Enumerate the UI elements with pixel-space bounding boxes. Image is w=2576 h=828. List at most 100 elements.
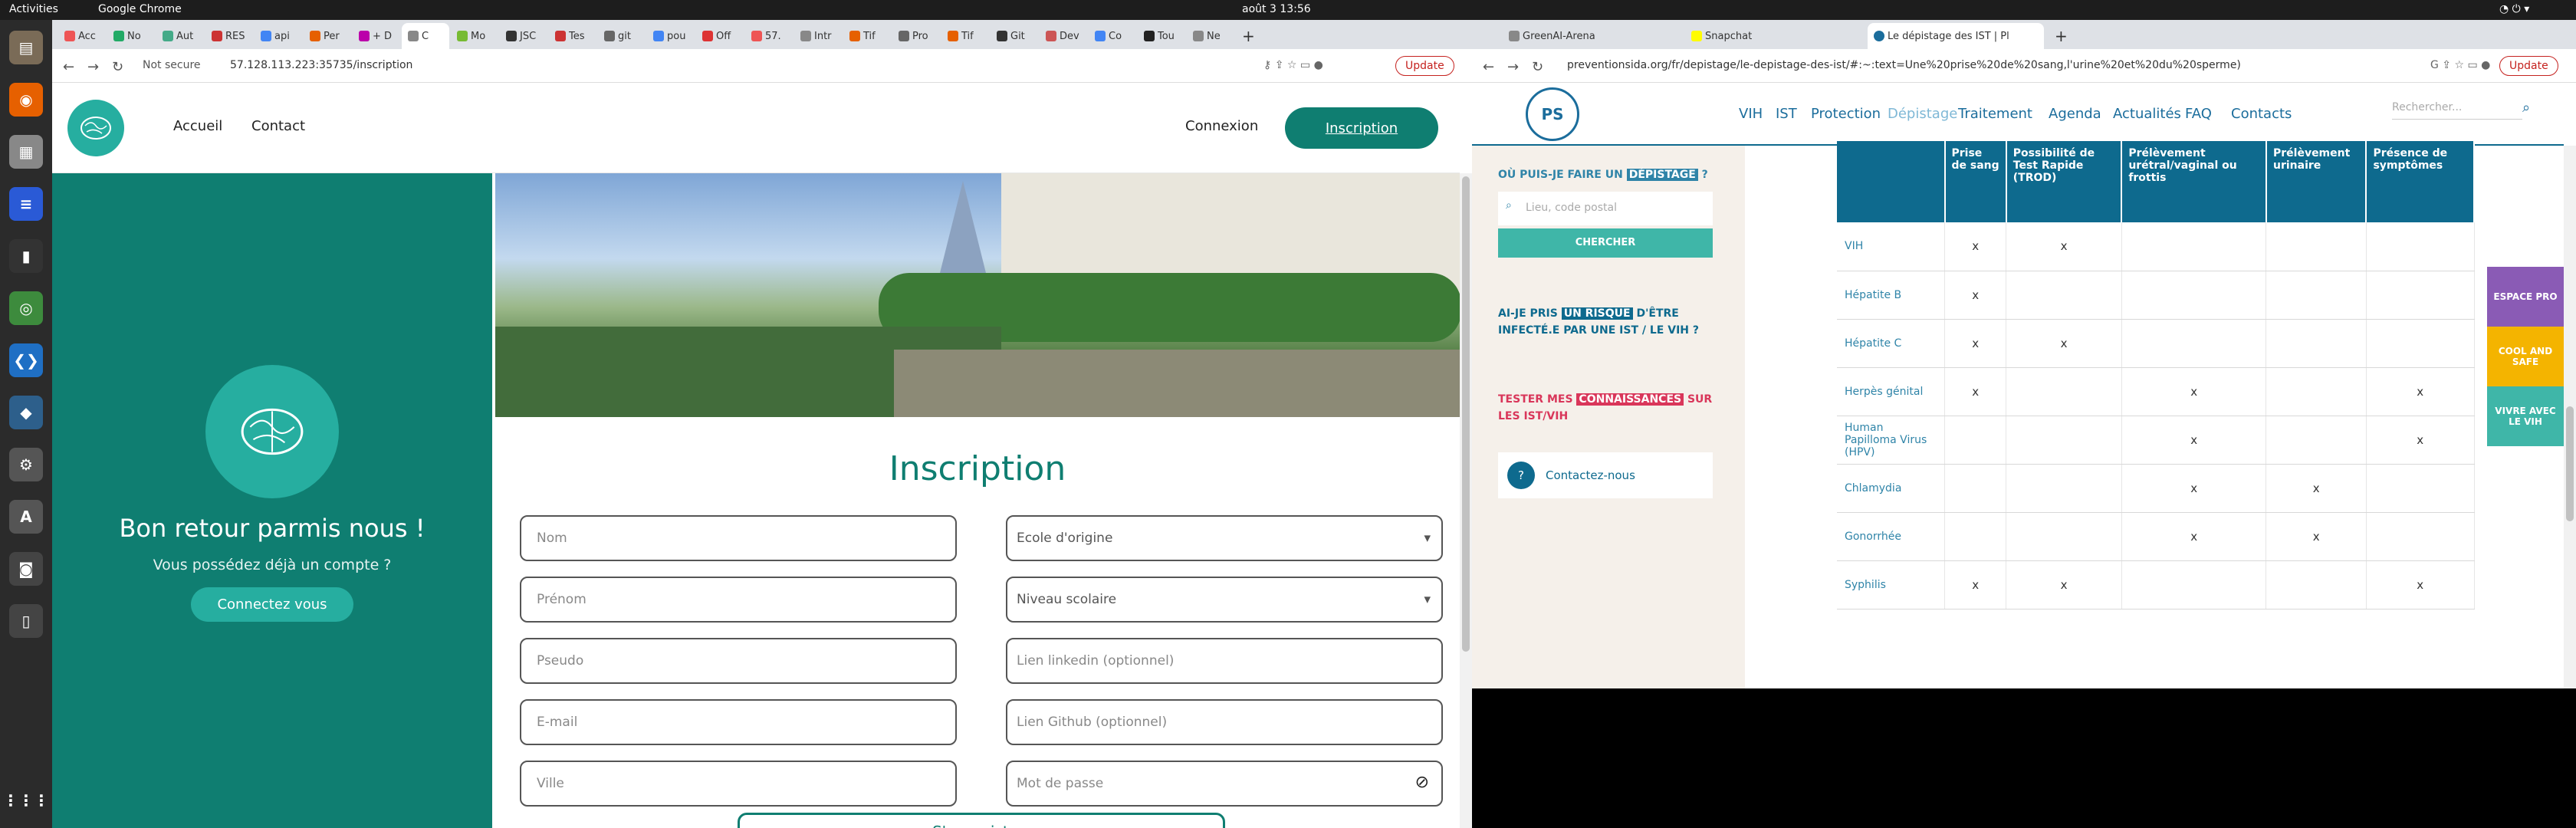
left-tab[interactable]: Co <box>1089 23 1136 49</box>
register-button[interactable]: S'enregistrer <box>738 813 1225 828</box>
chrome-icon[interactable]: ◎ <box>9 291 43 325</box>
tab-snapchat[interactable]: Snapchat <box>1685 23 1861 49</box>
quiz-link[interactable]: TESTER MES CONNAISSANCES SUR LES IST/VIH <box>1498 391 1713 445</box>
left-tab[interactable]: Off <box>696 23 744 49</box>
infection-name[interactable]: Gonorrhée <box>1837 512 1945 561</box>
reload-icon[interactable]: ↻ <box>1532 59 1543 75</box>
left-tab[interactable]: git <box>598 23 646 49</box>
menu-item[interactable]: Traitement <box>1958 106 2032 122</box>
nav-login-link[interactable]: Connexion <box>1185 118 1258 134</box>
new-tab-button[interactable]: + <box>2049 23 2072 49</box>
menu-item[interactable]: Dépistage <box>1888 106 1957 122</box>
left-tab[interactable]: Pro <box>892 23 940 49</box>
left-tab[interactable]: + D <box>353 23 400 49</box>
left-tab[interactable]: Mo <box>451 23 498 49</box>
left-tab[interactable]: C <box>402 23 449 49</box>
nom-input[interactable]: Nom <box>520 515 957 561</box>
left-tab[interactable]: RES <box>205 23 253 49</box>
email-input[interactable]: E-mail <box>520 699 957 745</box>
firefox-icon[interactable]: ◉ <box>9 83 43 117</box>
menu-item[interactable]: Contacts <box>2231 106 2292 122</box>
left-tab[interactable]: Dev <box>1040 23 1087 49</box>
pseudo-input[interactable]: Pseudo <box>520 638 957 684</box>
update-button[interactable]: Update <box>2499 56 2558 76</box>
infection-name[interactable]: Chlamydia <box>1837 464 1945 513</box>
insecure-label[interactable]: Not secure <box>143 59 201 71</box>
left-tab[interactable]: 57. <box>745 23 793 49</box>
menu-item[interactable]: FAQ <box>2185 106 2212 122</box>
clock[interactable]: août 3 13:56 <box>1242 3 1311 15</box>
tab-greenai[interactable]: GreenAI-Arena <box>1503 23 1679 49</box>
app-menu[interactable]: Google Chrome <box>98 3 182 15</box>
left-tab[interactable]: pou <box>647 23 695 49</box>
forward-icon[interactable]: → <box>1507 59 1519 75</box>
infection-name[interactable]: Hépatite B <box>1837 271 1945 320</box>
menu-item[interactable]: Actualités <box>2113 106 2181 122</box>
left-tab[interactable]: Ne <box>1187 23 1234 49</box>
linkedin-input[interactable]: Lien linkedin (optionnel) <box>1006 638 1443 684</box>
address-bar[interactable]: preventionsida.org/fr/depistage/le-depis… <box>1567 59 2410 71</box>
left-tab[interactable]: Aut <box>156 23 204 49</box>
left-tab[interactable]: Git <box>991 23 1038 49</box>
espace-pro-tab[interactable]: ESPACE PRO <box>2487 267 2564 327</box>
vscode-icon[interactable]: ❮❯ <box>9 343 43 377</box>
menu-item[interactable]: Protection <box>1811 106 1881 122</box>
infection-name[interactable]: Human Papilloma Virus (HPV) <box>1837 416 1945 465</box>
scrollbar-thumb[interactable] <box>1462 176 1470 652</box>
left-tab[interactable]: api <box>255 23 302 49</box>
postgres-icon[interactable]: ◆ <box>9 396 43 429</box>
menu-item[interactable]: IST <box>1776 106 1797 122</box>
screenshot-icon[interactable]: ◙ <box>9 552 43 586</box>
writer-icon[interactable]: ≡ <box>9 187 43 221</box>
contact-link[interactable]: ? Contactez-nous <box>1498 452 1713 498</box>
toolbar-icons[interactable]: ⚷ ⇪ ☆ ▭ ● <box>1263 59 1323 71</box>
new-tab-button[interactable]: + <box>1236 23 1257 49</box>
menu-item[interactable]: Agenda <box>2049 106 2101 122</box>
risk-link[interactable]: AI-JE PRIS UN RISQUE D'ÊTRE INFECTÉ.E PA… <box>1498 305 1713 377</box>
reload-icon[interactable]: ↻ <box>112 59 123 75</box>
left-tab[interactable]: No <box>107 23 155 49</box>
back-icon[interactable]: ← <box>1483 59 1494 75</box>
brain-logo-icon[interactable] <box>67 100 124 156</box>
menu-item[interactable]: VIH <box>1739 106 1763 122</box>
infection-name[interactable]: Syphilis <box>1837 560 1945 610</box>
infection-name[interactable]: Herpès génital <box>1837 367 1945 416</box>
drive-icon[interactable]: ▯ <box>9 604 43 638</box>
left-tab[interactable]: Tif <box>843 23 891 49</box>
calendar-icon[interactable]: ▦ <box>9 135 43 169</box>
eye-slash-icon[interactable]: ⊘ <box>1415 773 1429 792</box>
settings-icon[interactable]: ⚙ <box>9 448 43 481</box>
niveau-select[interactable]: Niveau scolaire ▾ <box>1006 577 1443 623</box>
pts-logo-icon[interactable]: PS <box>1526 87 1579 141</box>
toolbar-icons[interactable]: G ⇪ ☆ ▭ ● <box>2430 59 2490 71</box>
nav-contact-link[interactable]: Contact <box>251 118 305 134</box>
cool-and-safe-tab[interactable]: COOL AND SAFE <box>2487 327 2564 386</box>
chercher-button[interactable]: CHERCHER <box>1498 228 1713 258</box>
left-tab[interactable]: Intr <box>794 23 842 49</box>
back-icon[interactable]: ← <box>63 59 74 75</box>
left-tab[interactable]: Tes <box>549 23 596 49</box>
system-tray-icons[interactable]: ◔ ⏻ ▾ <box>2499 3 2529 15</box>
tab-depistage[interactable]: Le dépistage des IST | Pl <box>1868 23 2044 49</box>
left-tab[interactable]: Per <box>304 23 351 49</box>
scrollbar-thumb[interactable] <box>2566 406 2574 521</box>
vivre-avec-vih-tab[interactable]: VIVRE AVEC LE VIH <box>2487 386 2564 446</box>
prenom-input[interactable]: Prénom <box>520 577 957 623</box>
software-icon[interactable]: A <box>9 500 43 534</box>
site-search-input[interactable]: Rechercher... <box>2392 97 2522 120</box>
left-tab[interactable]: JSC <box>500 23 547 49</box>
update-button[interactable]: Update <box>1395 56 1454 76</box>
activities-button[interactable]: Activities <box>9 3 58 15</box>
terminal-icon[interactable]: ▮ <box>9 239 43 273</box>
ville-input[interactable]: Ville <box>520 761 957 807</box>
ecole-select[interactable]: Ecole d'origine ▾ <box>1006 515 1443 561</box>
forward-icon[interactable]: → <box>87 59 99 75</box>
nav-home-link[interactable]: Accueil <box>173 118 222 134</box>
files-icon[interactable]: ▤ <box>9 31 43 64</box>
password-input[interactable]: Mot de passe ⊘ <box>1006 761 1443 807</box>
page-scrollbar[interactable] <box>2564 146 2576 688</box>
search-icon[interactable]: ⌕ <box>2522 100 2530 116</box>
page-scrollbar[interactable] <box>1460 173 1472 828</box>
left-tab[interactable]: Tif <box>941 23 989 49</box>
login-button[interactable]: Connectez vous <box>191 587 353 622</box>
